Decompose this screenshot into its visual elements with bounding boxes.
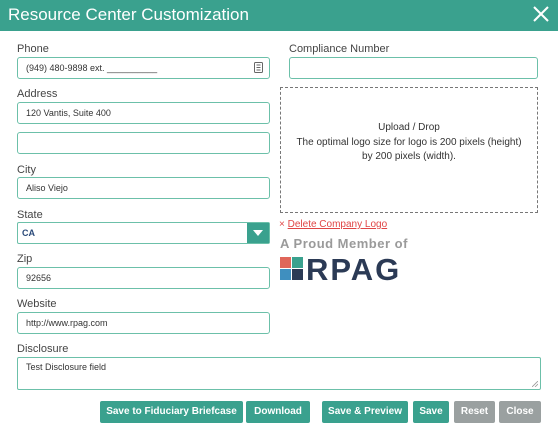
- save-button[interactable]: Save: [413, 401, 449, 423]
- download-button[interactable]: Download: [246, 401, 310, 423]
- dialog-title: Resource Center Customization: [8, 5, 249, 24]
- resize-handle-icon[interactable]: [532, 381, 538, 387]
- disclosure-label: Disclosure: [17, 343, 69, 355]
- save-to-briefcase-button[interactable]: Save to Fiduciary Briefcase: [100, 401, 243, 423]
- phone-label: Phone: [17, 43, 49, 55]
- zip-label: Zip: [17, 253, 33, 265]
- close-button[interactable]: Close: [499, 401, 541, 423]
- zip-field[interactable]: 92656: [17, 267, 270, 289]
- disclosure-value: Test Disclosure field: [26, 362, 107, 372]
- dialog-titlebar: Resource Center Customization: [0, 0, 558, 31]
- zip-value: 92656: [26, 273, 52, 283]
- save-preview-button[interactable]: Save & Preview: [322, 401, 408, 423]
- city-label: City: [17, 164, 36, 176]
- city-field[interactable]: Aliso Viejo: [17, 177, 270, 199]
- address-line1-field[interactable]: 120 Vantis, Suite 400: [17, 102, 270, 124]
- reset-button[interactable]: Reset: [454, 401, 495, 423]
- city-value: Aliso Viejo: [26, 183, 68, 193]
- address-line2-field[interactable]: [17, 132, 270, 154]
- compliance-number-field[interactable]: [289, 57, 538, 79]
- phone-field[interactable]: (949) 480-9898 ext. __________: [17, 57, 270, 79]
- delete-logo-label[interactable]: Delete Company Logo: [288, 219, 388, 230]
- delete-logo-link[interactable]: × Delete Company Logo: [279, 219, 387, 230]
- rpag-logo-mark: [280, 257, 303, 280]
- state-value: CA: [22, 228, 35, 238]
- state-select[interactable]: CA: [17, 222, 270, 244]
- website-value: http://www.rpag.com: [26, 318, 108, 328]
- upload-description: The optimal logo size for logo is 200 pi…: [296, 137, 522, 162]
- proud-member-text: A Proud Member of: [280, 236, 408, 251]
- website-field[interactable]: http://www.rpag.com: [17, 312, 270, 334]
- delete-x-icon: ×: [279, 219, 285, 230]
- upload-title: Upload / Drop: [378, 122, 440, 133]
- contact-card-icon[interactable]: [254, 62, 263, 73]
- compliance-label: Compliance Number: [289, 43, 390, 55]
- phone-value: (949) 480-9898 ext. __________: [26, 63, 158, 73]
- rpag-logo-text: RPAG: [306, 252, 402, 287]
- chevron-down-icon[interactable]: [247, 223, 269, 243]
- disclosure-textarea[interactable]: Test Disclosure field: [17, 357, 541, 390]
- logo-upload-dropzone[interactable]: Upload / Drop The optimal logo size for …: [280, 87, 538, 213]
- address-label: Address: [17, 88, 58, 100]
- state-label: State: [17, 209, 43, 221]
- close-icon[interactable]: [530, 3, 552, 25]
- website-label: Website: [17, 298, 57, 310]
- address-value: 120 Vantis, Suite 400: [26, 108, 111, 118]
